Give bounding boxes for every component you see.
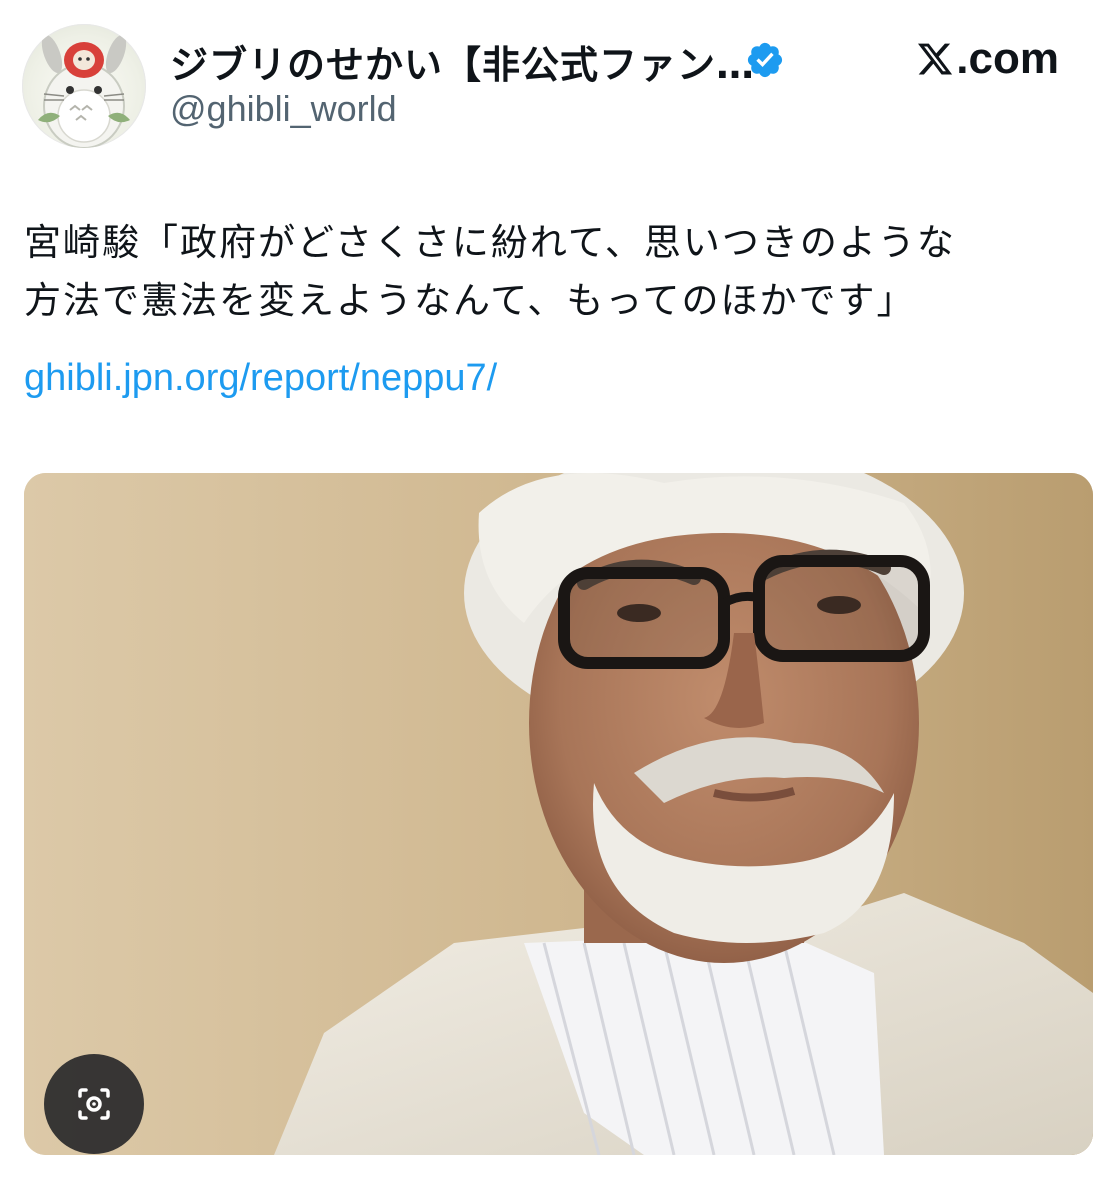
user-handle[interactable]: @ghibli_world (170, 88, 397, 130)
tweet-text-line: 宮崎駿「政府がどさくさに紛れて、思いつきのような (24, 221, 956, 264)
brand-label: .com (956, 34, 1059, 83)
avatar[interactable] (22, 24, 146, 148)
tweet-link[interactable]: ghibli.jpn.org/report/neppu7/ (24, 357, 497, 400)
avatar-illustration (38, 35, 130, 148)
brand-xcom: .com (916, 34, 1059, 84)
portrait-photo (24, 473, 1093, 1155)
tweet-photo[interactable] (24, 473, 1093, 1155)
image-search-icon (78, 1088, 110, 1120)
verified-badge-icon (747, 42, 783, 78)
tweet-text-line: 方法で憲法を変えようなんて、もってのほかです」 (24, 279, 916, 322)
tweet-text: 宮崎駿「政府がどさくさに紛れて、思いつきのような 方法で憲法を変えようなんて、も… (24, 214, 1094, 330)
x-logo-icon (918, 43, 953, 75)
image-search-button[interactable] (44, 1054, 144, 1154)
display-name[interactable]: ジブリのせかい【非公式ファン… (170, 34, 755, 89)
